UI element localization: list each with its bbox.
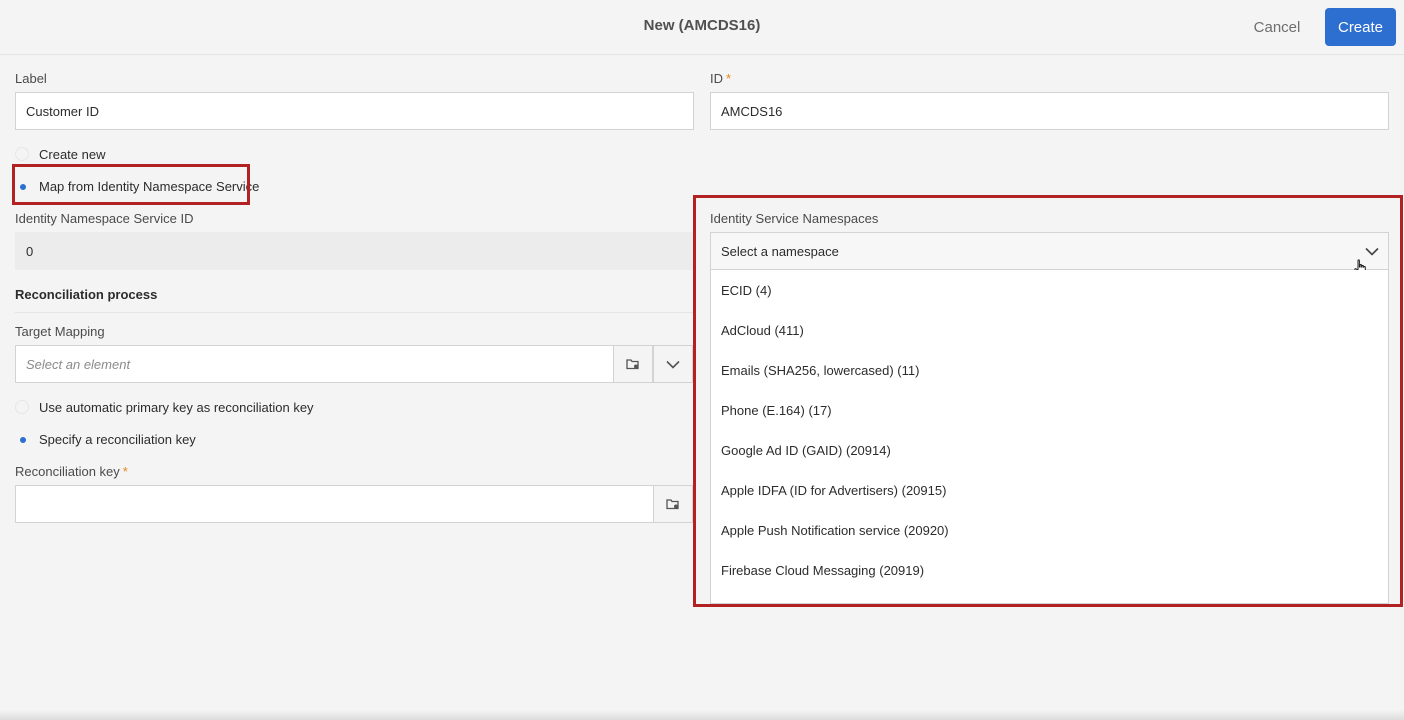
required-mark: * xyxy=(726,71,732,86)
reconciliation-key-input[interactable] xyxy=(15,485,654,523)
reconciliation-key-label: Reconciliation key * xyxy=(15,464,128,479)
section-divider xyxy=(15,312,694,313)
radio-button[interactable] xyxy=(15,147,29,161)
radio-button[interactable] xyxy=(15,400,29,414)
ins-id-field: 0 xyxy=(15,232,694,270)
create-button[interactable]: Create xyxy=(1325,8,1396,46)
radio-label: Use automatic primary key as reconciliat… xyxy=(39,399,314,415)
ins-id-label: Identity Namespace Service ID xyxy=(15,211,194,226)
bottom-shadow xyxy=(0,710,1404,720)
folder-browse-icon xyxy=(626,359,639,370)
radio-label: Create new xyxy=(39,146,106,162)
reconciliation-section-title: Reconciliation process xyxy=(15,287,158,302)
target-mapping-input[interactable]: Select an element xyxy=(15,345,614,383)
radio-specify-key[interactable]: Specify a reconciliation key xyxy=(15,429,196,449)
reconciliation-key-browse-button[interactable] xyxy=(653,485,693,523)
label-input[interactable]: Customer ID xyxy=(15,92,694,130)
radio-label: Specify a reconciliation key xyxy=(39,431,196,447)
target-mapping-label: Target Mapping xyxy=(15,324,105,339)
target-mapping-dropdown-button[interactable] xyxy=(653,345,693,383)
highlight-box-namespaces xyxy=(693,195,1403,607)
dialog-title: New (AMCDS16) xyxy=(643,17,761,34)
label-field-label: Label xyxy=(15,71,47,86)
required-mark: * xyxy=(122,464,128,479)
cancel-button[interactable]: Cancel xyxy=(1245,9,1309,45)
radio-button-selected[interactable] xyxy=(15,432,29,446)
radio-create-new[interactable]: Create new xyxy=(15,144,105,164)
id-field-label: ID * xyxy=(710,71,732,86)
dialog-header: New (AMCDS16) Cancel Create xyxy=(0,0,1404,55)
chevron-down-icon xyxy=(666,360,680,369)
id-input[interactable]: AMCDS16 xyxy=(710,92,1389,130)
highlight-box-map-option xyxy=(12,164,250,205)
target-mapping-browse-button[interactable] xyxy=(613,345,653,383)
radio-auto-primary-key[interactable]: Use automatic primary key as reconciliat… xyxy=(15,397,314,417)
folder-browse-icon xyxy=(666,499,679,510)
